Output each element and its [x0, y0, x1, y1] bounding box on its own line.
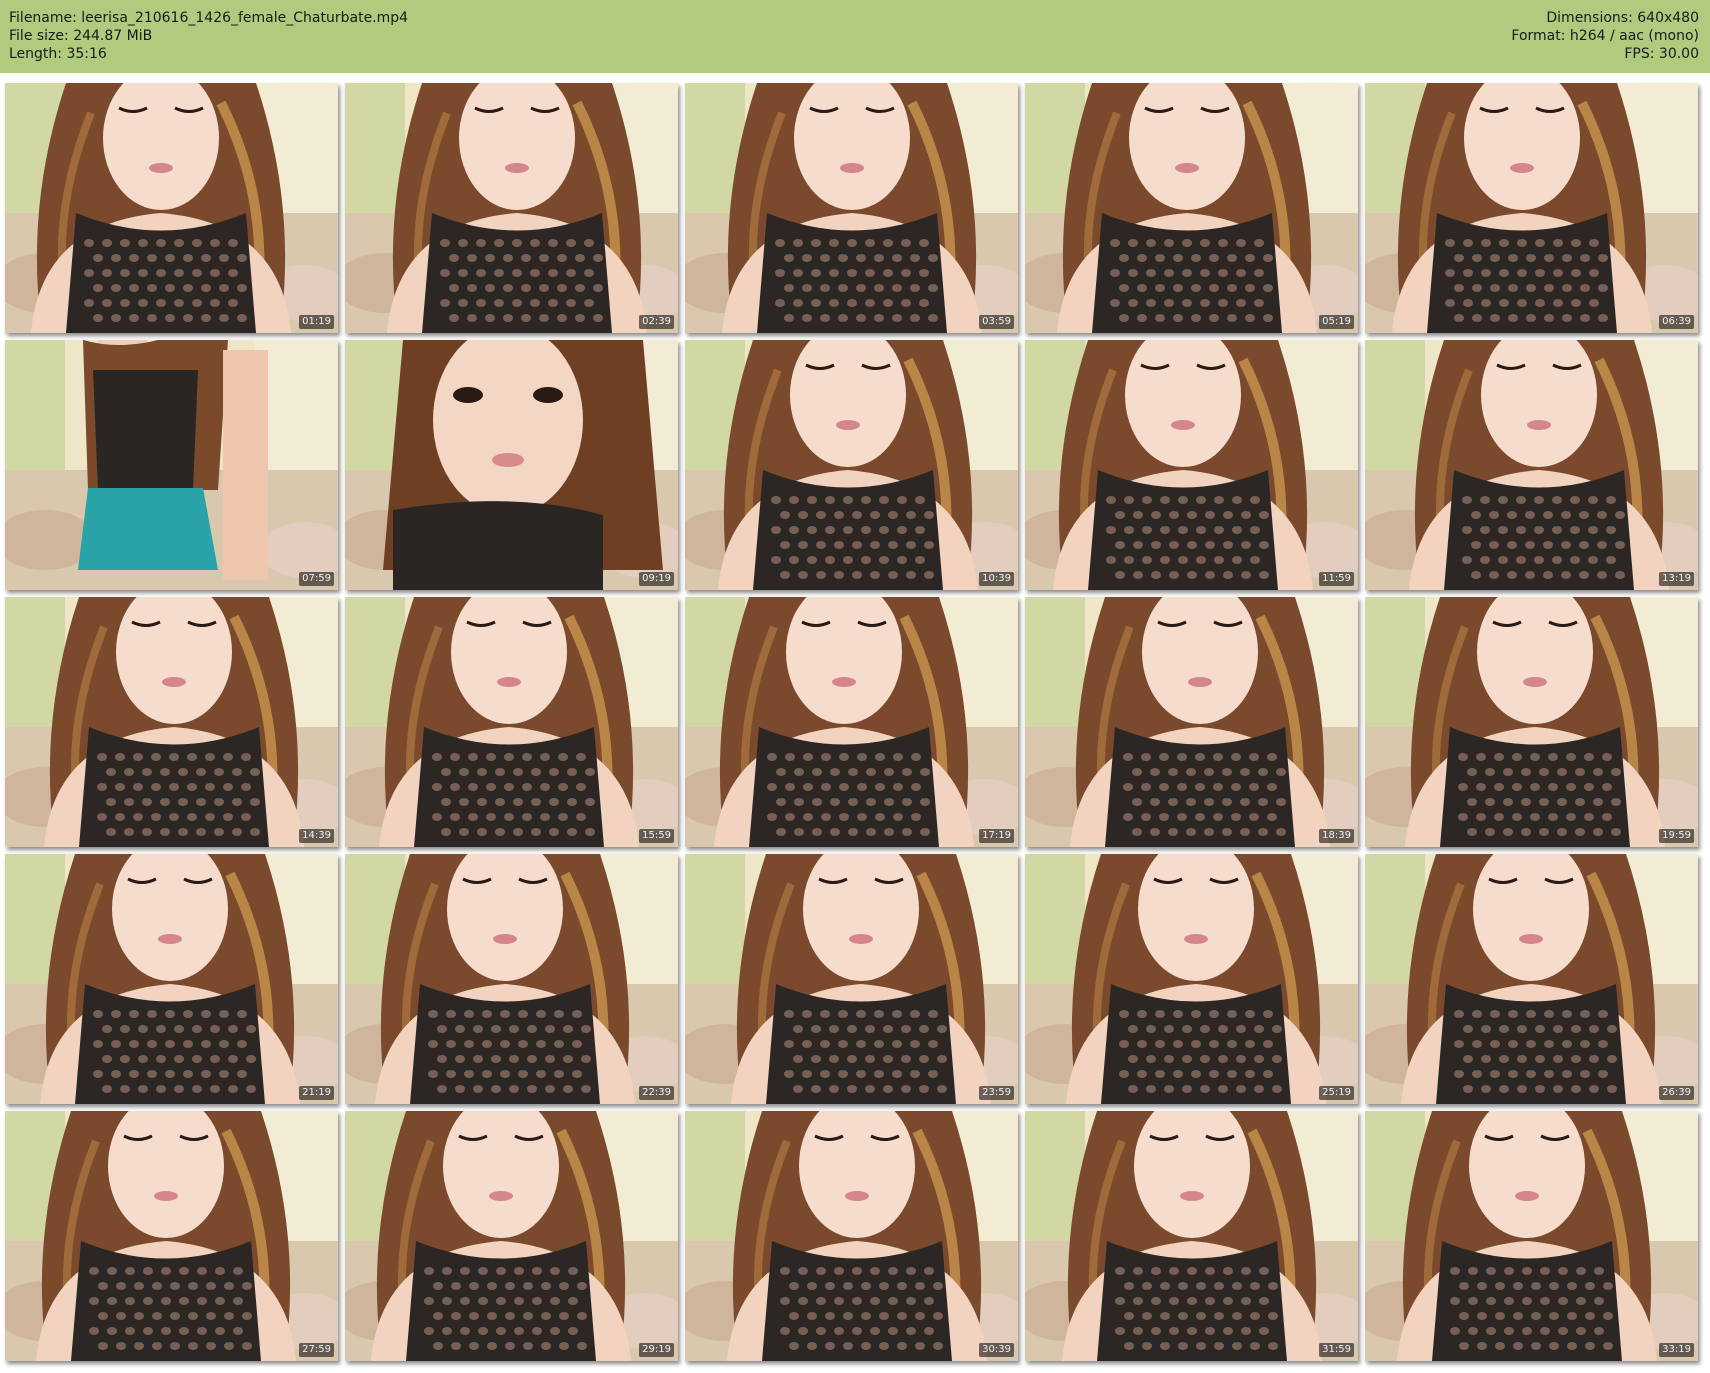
frame-timestamp: 06:39 — [1659, 315, 1694, 329]
frame-timestamp: 15:59 — [639, 829, 674, 843]
frame-timestamp: 29:19 — [639, 1343, 674, 1357]
frame-image — [345, 854, 678, 1104]
video-frame-thumbnail[interactable]: 23:59 — [685, 854, 1018, 1104]
video-frame-thumbnail[interactable]: 09:19 — [345, 340, 678, 590]
frame-timestamp: 27:59 — [299, 1343, 334, 1357]
video-frame-thumbnail[interactable]: 30:39 — [685, 1111, 1018, 1361]
frame-timestamp: 22:39 — [639, 1086, 674, 1100]
frame-timestamp: 19:59 — [1659, 829, 1694, 843]
frame-image — [5, 83, 338, 333]
thumbnail-grid: 01:19 02:39 03:59 05:19 06:39 07:59 09:19 10:39… — [5, 83, 1705, 1368]
frame-timestamp: 14:39 — [299, 829, 334, 843]
length-text: Length: 35:16 — [9, 46, 107, 62]
frame-timestamp: 31:59 — [1319, 1343, 1354, 1357]
frame-image — [5, 597, 338, 847]
frame-image — [1365, 854, 1698, 1104]
video-frame-thumbnail[interactable]: 03:59 — [685, 83, 1018, 333]
video-frame-thumbnail[interactable]: 17:19 — [685, 597, 1018, 847]
file-info-right: Dimensions: 640x480 Format: h264 / aac (… — [1511, 9, 1699, 63]
frame-image — [685, 1111, 1018, 1361]
frame-image — [5, 1111, 338, 1361]
video-frame-thumbnail[interactable]: 10:39 — [685, 340, 1018, 590]
video-frame-thumbnail[interactable]: 07:59 — [5, 340, 338, 590]
frame-image — [1025, 83, 1358, 333]
frame-image — [345, 83, 678, 333]
video-frame-thumbnail[interactable]: 21:19 — [5, 854, 338, 1104]
frame-timestamp: 18:39 — [1319, 829, 1354, 843]
video-frame-thumbnail[interactable]: 29:19 — [345, 1111, 678, 1361]
frame-image — [1365, 1111, 1698, 1361]
info-header: Filename: leerisa_210616_1426_female_Cha… — [0, 0, 1710, 73]
video-frame-thumbnail[interactable]: 31:59 — [1025, 1111, 1358, 1361]
frame-timestamp: 07:59 — [299, 572, 334, 586]
frame-image — [685, 83, 1018, 333]
frame-timestamp: 30:39 — [979, 1343, 1014, 1357]
frame-timestamp: 25:19 — [1319, 1086, 1354, 1100]
frame-image — [1025, 597, 1358, 847]
format-text: Format: h264 / aac (mono) — [1511, 28, 1699, 44]
frame-timestamp: 11:59 — [1319, 572, 1354, 586]
frame-timestamp: 10:39 — [979, 572, 1014, 586]
video-frame-thumbnail[interactable]: 18:39 — [1025, 597, 1358, 847]
fps-text: FPS: 30.00 — [1624, 46, 1699, 62]
video-frame-thumbnail[interactable]: 11:59 — [1025, 340, 1358, 590]
frame-image — [1365, 340, 1698, 590]
video-frame-thumbnail[interactable]: 13:19 — [1365, 340, 1698, 590]
frame-timestamp: 13:19 — [1659, 572, 1694, 586]
frame-image — [345, 597, 678, 847]
frame-timestamp: 02:39 — [639, 315, 674, 329]
video-frame-thumbnail[interactable]: 26:39 — [1365, 854, 1698, 1104]
frame-timestamp: 01:19 — [299, 315, 334, 329]
frame-timestamp: 26:39 — [1659, 1086, 1694, 1100]
video-frame-thumbnail[interactable]: 27:59 — [5, 1111, 338, 1361]
frame-timestamp: 23:59 — [979, 1086, 1014, 1100]
video-frame-thumbnail[interactable]: 02:39 — [345, 83, 678, 333]
frame-image — [345, 340, 678, 590]
frame-image — [685, 597, 1018, 847]
video-frame-thumbnail[interactable]: 25:19 — [1025, 854, 1358, 1104]
frame-image — [5, 854, 338, 1104]
frame-image — [1365, 597, 1698, 847]
frame-image — [345, 1111, 678, 1361]
video-frame-thumbnail[interactable]: 05:19 — [1025, 83, 1358, 333]
filesize-text: File size: 244.87 MiB — [9, 28, 153, 44]
file-info-left: Filename: leerisa_210616_1426_female_Cha… — [9, 9, 408, 63]
frame-timestamp: 33:19 — [1659, 1343, 1694, 1357]
frame-timestamp: 05:19 — [1319, 315, 1354, 329]
frame-image — [1025, 1111, 1358, 1361]
video-frame-thumbnail[interactable]: 15:59 — [345, 597, 678, 847]
frame-image — [1025, 854, 1358, 1104]
video-frame-thumbnail[interactable]: 06:39 — [1365, 83, 1698, 333]
filename-text: Filename: leerisa_210616_1426_female_Cha… — [9, 10, 409, 26]
frame-image — [685, 854, 1018, 1104]
video-frame-thumbnail[interactable]: 33:19 — [1365, 1111, 1698, 1361]
frame-timestamp: 09:19 — [639, 572, 674, 586]
frame-image — [1365, 83, 1698, 333]
frame-timestamp: 03:59 — [979, 315, 1014, 329]
video-frame-thumbnail[interactable]: 01:19 — [5, 83, 338, 333]
video-frame-thumbnail[interactable]: 19:59 — [1365, 597, 1698, 847]
dimensions-text: Dimensions: 640x480 — [1546, 10, 1699, 26]
video-frame-thumbnail[interactable]: 22:39 — [345, 854, 678, 1104]
frame-image — [1025, 340, 1358, 590]
video-frame-thumbnail[interactable]: 14:39 — [5, 597, 338, 847]
frame-timestamp: 17:19 — [979, 829, 1014, 843]
frame-image — [5, 340, 338, 590]
frame-image — [685, 340, 1018, 590]
frame-timestamp: 21:19 — [299, 1086, 334, 1100]
